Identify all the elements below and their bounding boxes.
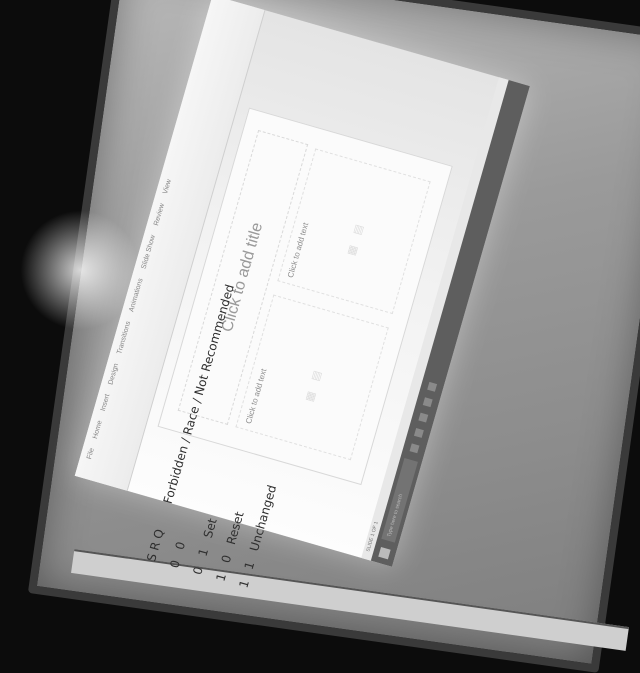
- row-text: Reset: [223, 510, 247, 547]
- tab-view[interactable]: View: [162, 179, 173, 195]
- row-text: Unchanged: [246, 483, 280, 553]
- tab-slide-show[interactable]: Slide Show: [141, 234, 157, 270]
- tab-animations[interactable]: Animations: [128, 278, 144, 313]
- row-r: 0: [172, 540, 189, 552]
- tab-design[interactable]: Design: [107, 363, 120, 386]
- tab-home[interactable]: Home: [92, 420, 104, 440]
- tab-transitions[interactable]: Transitions: [116, 320, 132, 355]
- notes-row: 0 0: [167, 533, 190, 570]
- row-text: Set: [200, 516, 220, 540]
- notes-row: 0 1 Set: [190, 517, 219, 577]
- tab-insert[interactable]: Insert: [100, 393, 112, 412]
- row-r: 1: [241, 559, 258, 572]
- row-text: [177, 533, 190, 537]
- tab-review[interactable]: Review: [153, 203, 166, 227]
- content-insert-icons-right[interactable]: ▦ ▤: [344, 219, 366, 257]
- tab-file[interactable]: File: [86, 447, 96, 460]
- row-r: 0: [218, 553, 235, 565]
- notes-row: 1 1 Unchanged: [236, 483, 279, 589]
- row-r: 1: [195, 546, 212, 558]
